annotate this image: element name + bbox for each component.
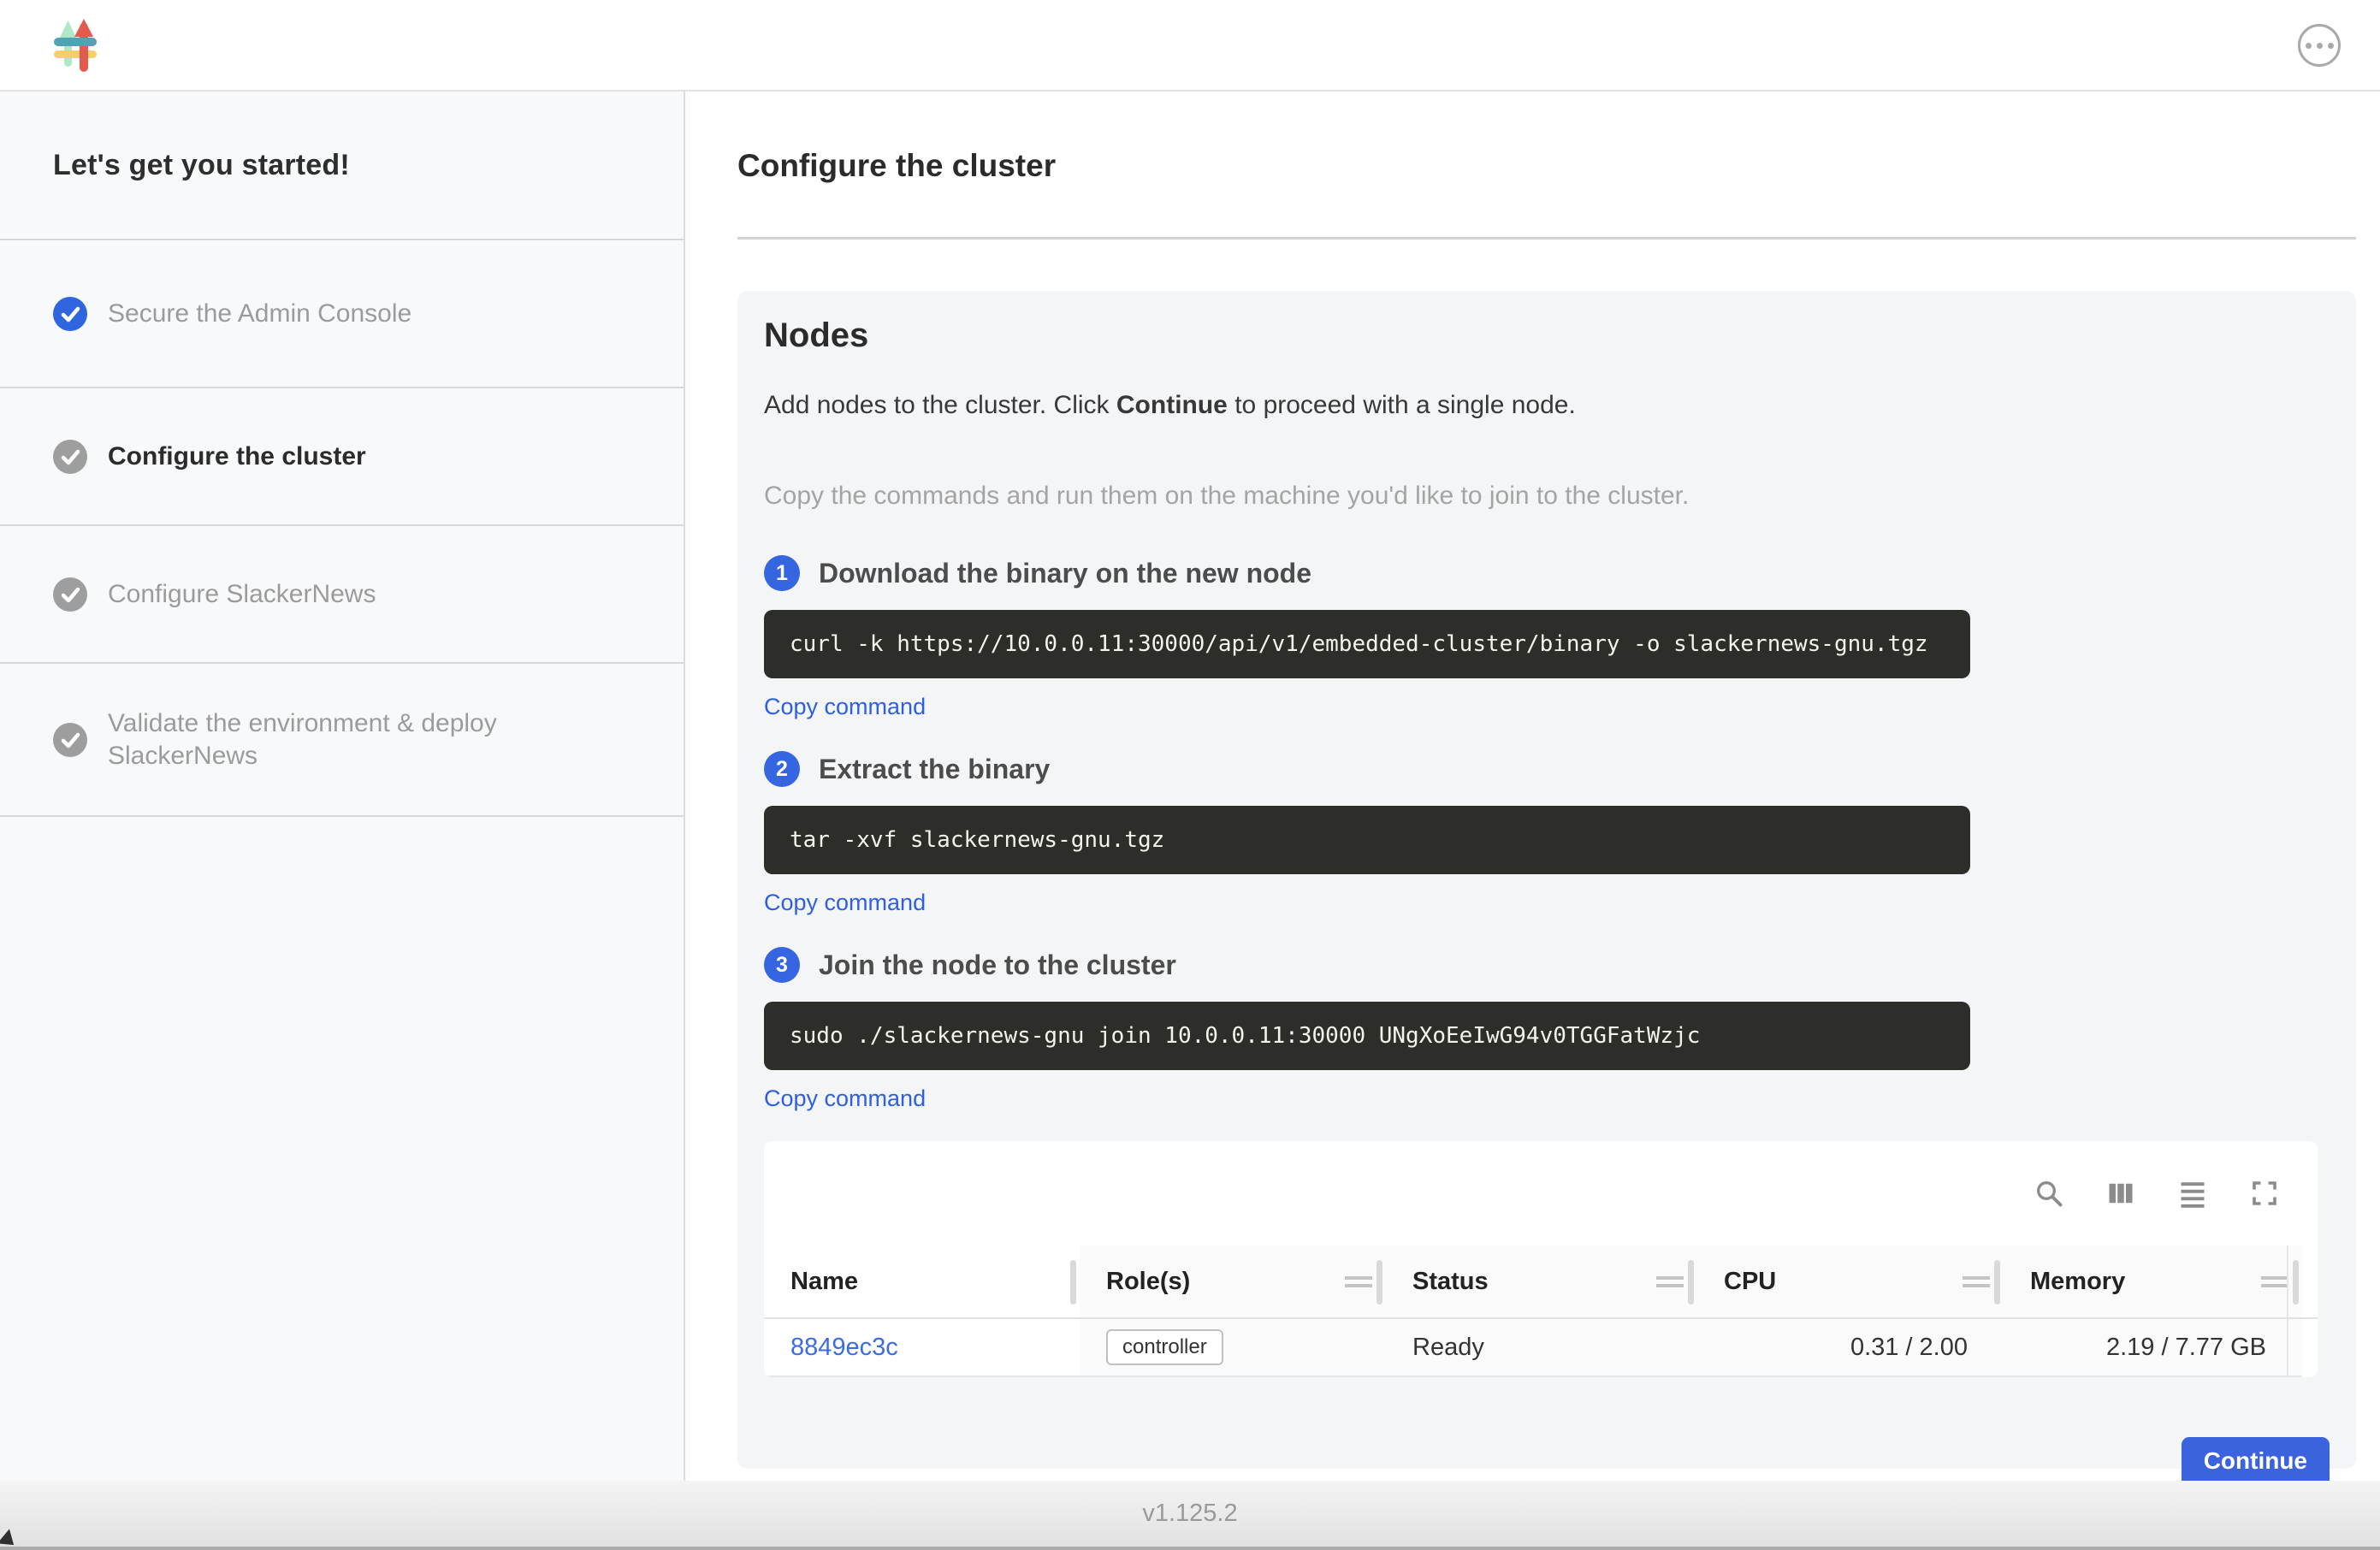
nodes-heading: Nodes <box>764 317 2330 355</box>
main-content: Configure the cluster Nodes Add nodes to… <box>687 92 2380 1481</box>
step-2-badge: 2 <box>764 751 800 787</box>
copy-commands-hint: Copy the commands and run them on the ma… <box>764 482 2330 511</box>
column-header-roles[interactable]: Role(s) <box>1080 1245 1386 1319</box>
step-1-copy-command-link[interactable]: Copy command <box>764 694 926 720</box>
sidebar-item-label: Validate the environment & deploy Slacke… <box>108 707 587 772</box>
admin-console-window: Let's get you started! Secure the Admin … <box>0 0 2380 1550</box>
column-resize-handle[interactable] <box>1688 1260 1694 1304</box>
check-circle-icon <box>53 440 87 474</box>
column-menu-icon[interactable] <box>2261 1276 2288 1287</box>
column-resize-handle[interactable] <box>1070 1260 1076 1304</box>
column-resize-handle[interactable] <box>1994 1260 2000 1304</box>
header-gutter <box>2302 1245 2318 1319</box>
column-resize-handle[interactable] <box>1376 1260 1382 1304</box>
step-3-command-box[interactable]: sudo ./slackernews-gnu join 10.0.0.11:30… <box>764 1002 1970 1070</box>
nodes-table-panel: Name Role(s) Status <box>764 1141 2318 1377</box>
sidebar-item-label: Secure the Admin Console <box>108 298 411 330</box>
column-header-label: Name <box>790 1268 858 1296</box>
step-2-title: Extract the binary <box>819 754 1050 785</box>
node-name-cell: 8849ec3c <box>764 1319 1080 1377</box>
check-circle-icon <box>53 723 87 757</box>
more-menu-button[interactable] <box>2298 24 2341 67</box>
row-gutter <box>2302 1319 2318 1377</box>
column-header-label: Memory <box>2030 1268 2125 1296</box>
step-3-title: Join the node to the cluster <box>819 950 1176 981</box>
title-divider <box>737 237 2356 240</box>
nodes-intro: Add nodes to the cluster. Click Continue… <box>764 391 2330 420</box>
step-2-command-box[interactable]: tar -xvf slackernews-gnu.tgz <box>764 806 1970 874</box>
fullscreen-icon[interactable] <box>2249 1178 2280 1209</box>
node-memory-cell: 2.19 / 7.77 GB <box>2004 1319 2302 1377</box>
node-status-cell: Ready <box>1386 1319 1697 1377</box>
column-header-memory[interactable]: Memory <box>2004 1245 2302 1319</box>
sidebar-item-configure-slackernews[interactable]: Configure SlackerNews <box>0 526 684 664</box>
nodes-card: Nodes Add nodes to the cluster. Click Co… <box>737 291 2356 1469</box>
check-circle-icon <box>53 577 87 612</box>
step-2-header: 2 Extract the binary <box>764 751 2330 787</box>
step-3-command-text: sudo ./slackernews-gnu join 10.0.0.11:30… <box>790 1023 1700 1049</box>
role-chip: controller <box>1106 1329 1223 1365</box>
step-3-badge: 3 <box>764 947 800 983</box>
column-header-cpu[interactable]: CPU <box>1697 1245 2004 1319</box>
intro-continue-emphasis: Continue <box>1116 391 1228 419</box>
sidebar-item-validate-deploy[interactable]: Validate the environment & deploy Slacke… <box>0 664 684 817</box>
step-1-command-text: curl -k https://10.0.0.11:30000/api/v1/e… <box>790 631 1928 657</box>
check-circle-icon <box>53 297 87 331</box>
column-header-label: Role(s) <box>1106 1268 1190 1296</box>
sidebar-item-label: Configure the cluster <box>108 441 366 473</box>
search-icon[interactable] <box>2034 1178 2064 1209</box>
step-1-badge: 1 <box>764 555 800 591</box>
page-title: Configure the cluster <box>737 148 2356 184</box>
column-menu-icon[interactable] <box>1345 1276 1372 1287</box>
step-3-header: 3 Join the node to the cluster <box>764 947 2330 983</box>
node-roles-cell: controller <box>1080 1319 1386 1377</box>
version-label: v1.125.2 <box>1142 1500 1237 1528</box>
sidebar-item-configure-cluster[interactable]: Configure the cluster <box>0 388 684 526</box>
density-icon[interactable] <box>2177 1178 2208 1209</box>
step-2-command-text: tar -xvf slackernews-gnu.tgz <box>790 827 1164 853</box>
column-resize-handle[interactable] <box>2293 1260 2299 1304</box>
column-menu-icon[interactable] <box>1656 1276 1684 1287</box>
nodes-table: Name Role(s) Status <box>764 1245 2318 1377</box>
column-header-label: CPU <box>1724 1268 1776 1296</box>
step-3-copy-command-link[interactable]: Copy command <box>764 1086 926 1112</box>
table-toolbar <box>764 1141 2318 1245</box>
node-cpu-cell: 0.31 / 2.00 <box>1697 1319 2004 1377</box>
ellipsis-dot <box>2328 43 2334 49</box>
intro-text: to proceed with a single node. <box>1228 391 1576 419</box>
step-1-command-box[interactable]: curl -k https://10.0.0.11:30000/api/v1/e… <box>764 610 1970 678</box>
sidebar-item-label: Configure SlackerNews <box>108 578 376 611</box>
view-columns-icon[interactable] <box>2105 1178 2136 1209</box>
step-2-copy-command-link[interactable]: Copy command <box>764 890 926 916</box>
top-bar <box>0 0 2380 92</box>
step-1-header: 1 Download the binary on the new node <box>764 555 2330 591</box>
node-name-link[interactable]: 8849ec3c <box>790 1334 898 1362</box>
sidebar-title: Let's get you started! <box>0 92 684 240</box>
setup-steps-sidebar: Let's get you started! Secure the Admin … <box>0 92 685 1481</box>
column-header-name[interactable]: Name <box>764 1245 1080 1319</box>
column-header-status[interactable]: Status <box>1386 1245 1697 1319</box>
slackernews-logo-icon <box>53 19 98 72</box>
step-1-title: Download the binary on the new node <box>819 558 1311 589</box>
intro-text: Add nodes to the cluster. Click <box>764 391 1116 419</box>
column-header-label: Status <box>1412 1268 1489 1296</box>
footer-bar: v1.125.2 <box>0 1481 2380 1550</box>
column-menu-icon[interactable] <box>1963 1276 1990 1287</box>
ellipsis-dot <box>2317 43 2323 49</box>
sidebar-item-secure-admin-console[interactable]: Secure the Admin Console <box>0 240 684 388</box>
ellipsis-dot <box>2306 43 2312 49</box>
